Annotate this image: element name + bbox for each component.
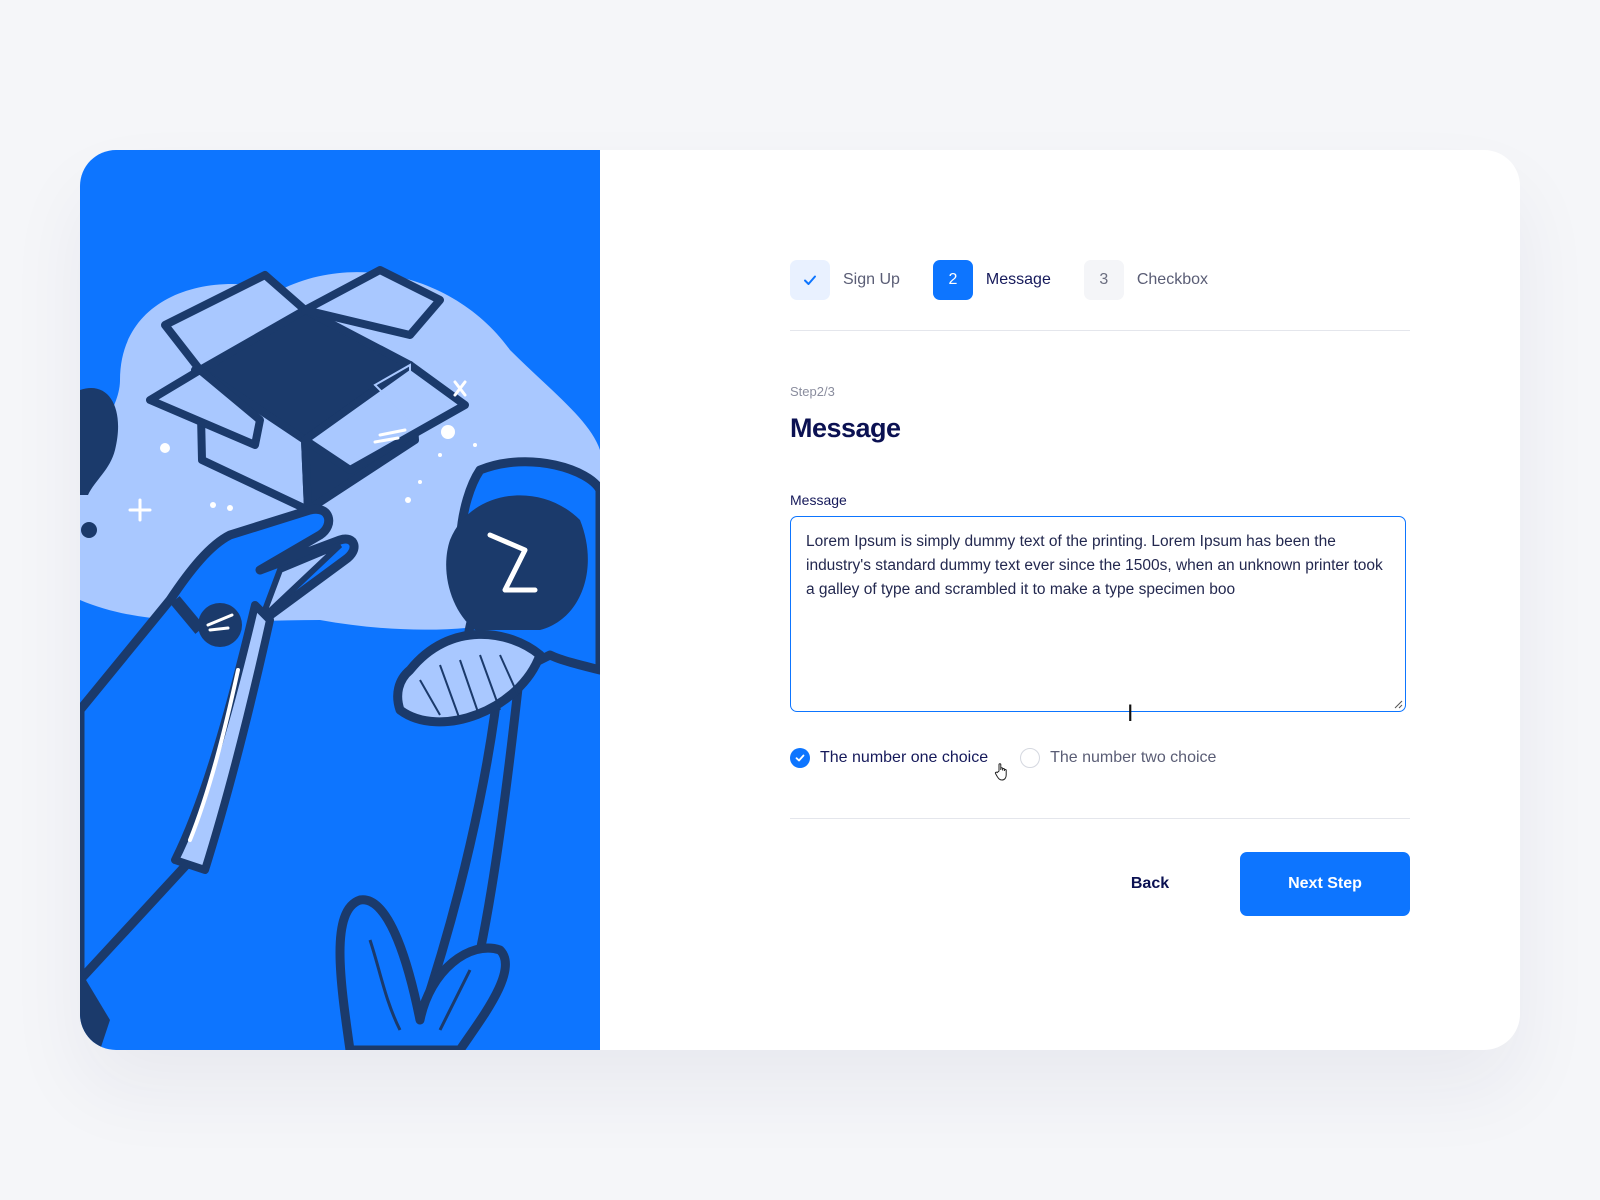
radio-empty-icon[interactable] xyxy=(1020,748,1041,768)
stepper: Sign Up 2 Message 3 Checkbox xyxy=(790,260,1241,300)
form-panel: Sign Up 2 Message 3 Checkbox Step2/3 Mes… xyxy=(600,150,1520,1050)
step-label: Sign Up xyxy=(843,271,900,288)
step-number: 2 xyxy=(932,260,973,300)
step-sign-up[interactable]: Sign Up xyxy=(790,260,900,300)
check-icon xyxy=(804,275,816,285)
choice-label: The number two choice xyxy=(1050,749,1217,766)
text-cursor-icon: I xyxy=(1127,702,1134,727)
action-bar: Back Next Step xyxy=(790,852,1410,916)
hero-illustration xyxy=(80,150,600,1050)
signup-wizard-card: Sign Up 2 Message 3 Checkbox Step2/3 Mes… xyxy=(80,150,1520,1050)
step-checkbox[interactable]: 3 Checkbox xyxy=(1083,260,1208,300)
step-count: Step2/3 xyxy=(790,384,835,399)
page-title: Message xyxy=(790,413,901,443)
open-box-illustration xyxy=(80,266,600,1050)
stepper-divider xyxy=(790,330,1410,331)
choice-two[interactable]: The number two choice xyxy=(1020,748,1216,768)
message-textarea[interactable]: Lorem Ipsum is simply dummy text of the … xyxy=(790,516,1406,712)
step-box-done xyxy=(790,260,830,300)
back-button[interactable]: Back xyxy=(1090,852,1210,916)
message-field-label: Message xyxy=(790,492,847,508)
actions-divider xyxy=(790,818,1410,819)
step-message[interactable]: 2 Message xyxy=(932,260,1051,300)
hand-pointer-icon xyxy=(994,763,1007,781)
choice-one[interactable]: The number one choice xyxy=(790,748,988,768)
step-label: Checkbox xyxy=(1136,271,1208,288)
next-step-button[interactable]: Next Step xyxy=(1240,852,1410,916)
step-number: 3 xyxy=(1083,260,1124,300)
choice-label: The number one choice xyxy=(820,749,989,766)
step-label: Message xyxy=(985,271,1051,288)
resize-handle-icon[interactable] xyxy=(1394,700,1403,709)
check-circle-icon[interactable] xyxy=(790,748,810,768)
choice-group: The number one choice The number two cho… xyxy=(790,748,1248,768)
